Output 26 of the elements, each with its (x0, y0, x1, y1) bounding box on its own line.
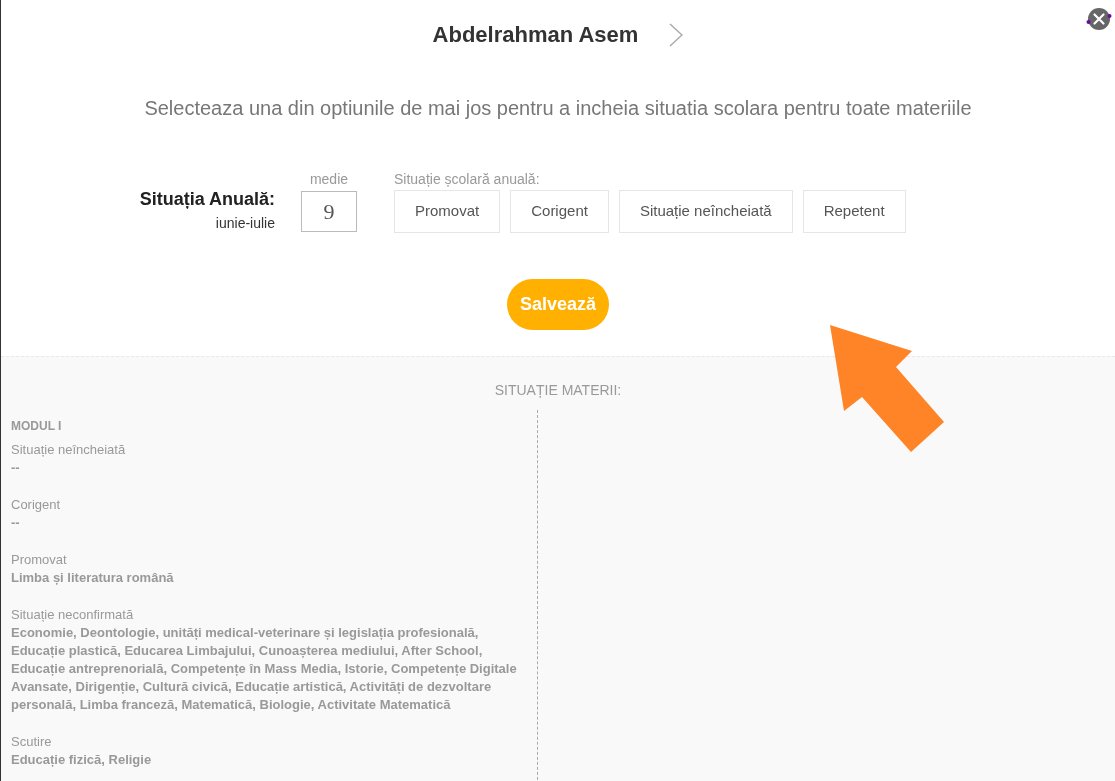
option-button[interactable]: Repetent (802, 190, 906, 233)
option-button[interactable]: Corigent (510, 190, 609, 233)
subjects-text: Economie, Deontologie, unități medical-veterinare și legislația profesională, Educație plastică, Educarea Limbajului, Cunoașterea mediului, After School, Educație antreprenorială, Competențe în Mass Media, Istorie, Competențe Digitale Avansate, Dirigenție, Cultură civică, Educație artistică, Activități de dezvoltare personală, Limba franceză, Matematică, Biologie, Activitate Matematică (11, 624, 518, 714)
subjects-text: Limba și literatura română (11, 569, 175, 587)
section-title: SITUAȚIE MATERII: (493, 381, 623, 400)
instruction-text: Selecteaza una din optiunile de mai jos pentru a incheia situatia scolara pentru toate materiile (143, 96, 973, 121)
subjects-text: -- (11, 459, 21, 477)
status-label: Situație neîncheiată (11, 441, 127, 459)
options-label: Situație școlară anuală: (394, 170, 541, 188)
option-button[interactable]: Situație neîncheiată (618, 190, 793, 233)
student-name: Abdelrahman Asem (432, 21, 639, 49)
subjects-text: Educație fizică, Religie (11, 751, 153, 769)
arrow-icon (829, 324, 945, 454)
status-label: Corigent (11, 496, 62, 514)
period-text: iunie-iulie (214, 214, 275, 233)
option-button[interactable]: Promovat (394, 190, 501, 233)
module-title: MODUL I (11, 418, 63, 434)
average-label: medie (308, 170, 350, 188)
average-input[interactable]: 9 (301, 191, 357, 232)
close-button[interactable] (1086, 7, 1112, 31)
status-label: Promovat (11, 551, 68, 569)
status-label: Scutire (11, 733, 53, 751)
status-label: Situație neconfirmată (11, 606, 135, 624)
subjects-text: -- (11, 514, 21, 532)
close-icon (1086, 7, 1112, 31)
annual-situation-label: Situația Anuală: (138, 188, 275, 211)
